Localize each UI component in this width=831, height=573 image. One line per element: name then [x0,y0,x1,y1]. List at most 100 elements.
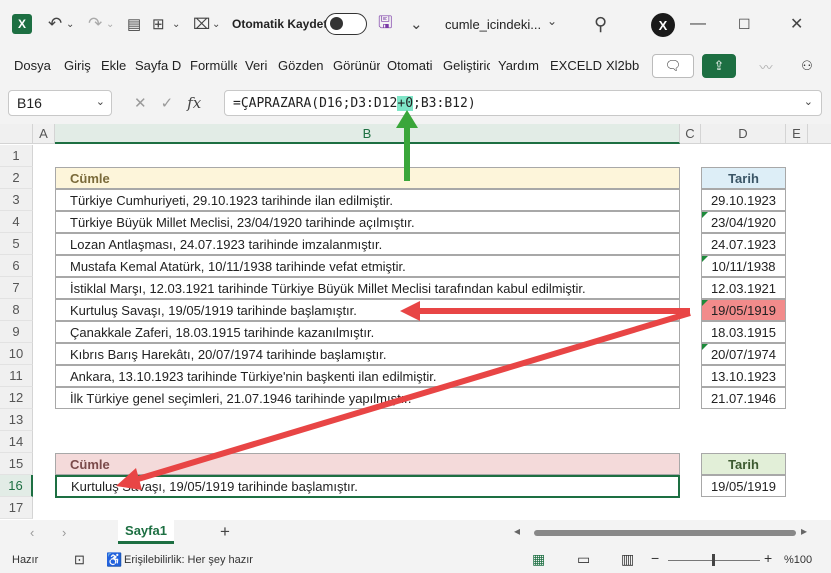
zoom-in-icon[interactable]: + [764,550,772,566]
row-header-17[interactable]: 17 [0,497,33,519]
tab-data[interactable]: Veri [245,58,267,73]
search-icon[interactable]: ⚲ [594,12,607,36]
tab-developer[interactable]: Geliştirici [443,58,490,73]
normal-view-icon[interactable]: ▦ [532,551,545,568]
autosave-toggle[interactable] [325,13,367,35]
row-header-11[interactable]: 11 [0,365,33,387]
table2-date-cell[interactable]: 19/05/1919 [701,475,786,497]
table1-sentence-cell[interactable]: Türkiye Cumhuriyeti, 29.10.1923 tarihind… [55,189,680,211]
clear-formats-dropdown-icon[interactable]: ⌄ [212,12,220,36]
clear-formats-icon[interactable]: ⌧ [193,12,210,36]
row-header-13[interactable]: 13 [0,409,33,431]
undo-dropdown-icon[interactable]: ⌄ [66,12,74,36]
table2-header-date[interactable]: Tarih [701,453,786,475]
column-header-e[interactable]: E [786,124,808,144]
tab-formulas[interactable]: Formülle [190,58,237,73]
zoom-out-icon[interactable]: − [651,550,659,566]
tab-review[interactable]: Gözden [278,58,324,73]
insert-function-icon[interactable]: fx [187,94,201,112]
sheet-tab-sayfa1[interactable]: Sayfa1 [118,520,174,544]
comments-button[interactable]: 🗨 [652,54,694,78]
row-header-4[interactable]: 4 [0,211,33,233]
row-header-12[interactable]: 12 [0,387,33,409]
row-header-1[interactable]: 1 [0,145,33,167]
row-header-9[interactable]: 9 [0,321,33,343]
chevron-down-icon[interactable]: ⌄ [96,95,105,108]
tab-home[interactable]: Giriş [64,58,91,73]
row-header-7[interactable]: 7 [0,277,33,299]
maximize-icon[interactable]: ☐ [738,12,751,36]
file-name[interactable]: cumle_icindeki... [445,17,541,32]
table1-date-cell[interactable]: 18.03.1915 [701,321,786,343]
page-layout-view-icon[interactable]: ▭ [577,551,590,568]
row-header-15[interactable]: 15 [0,453,33,475]
page-break-view-icon[interactable]: ▥ [621,551,634,568]
column-header-d[interactable]: D [701,124,786,144]
tab-xl2bb[interactable]: Xl2bb [606,58,639,73]
table1-date-cell[interactable]: 12.03.1921 [701,277,786,299]
customize-toolbar-icon[interactable]: ⌄ [410,12,423,36]
macro-record-icon[interactable]: ⊡ [74,552,85,568]
tab-file[interactable]: Dosya [14,58,51,73]
tab-view[interactable]: Görünür [333,58,380,73]
column-header-a[interactable]: A [33,124,55,144]
expand-formula-icon[interactable]: ⌄ [804,95,813,108]
xl2bb-logo-icon[interactable]: X [651,13,675,37]
activity-button[interactable]: 〰 [748,54,784,78]
table1-header-date[interactable]: Tarih [701,167,786,189]
enter-icon[interactable]: ✓ [161,94,174,112]
save-icon[interactable]: 🖫 [378,12,392,36]
coauthor-button[interactable]: ⚇ [794,54,820,78]
row-header-8[interactable]: 8 [0,299,33,321]
share-button[interactable]: ⇪ [702,54,736,78]
table1-sentence-cell[interactable]: Lozan Antlaşması, 24.07.1923 tarihinde i… [55,233,680,255]
table1-date-cell[interactable]: 10/11/1938 [701,255,786,277]
scroll-right-icon[interactable]: › [62,525,66,540]
zoom-level[interactable]: %100 [784,554,812,566]
table1-sentence-cell[interactable]: Çanakkale Zaferi, 18.03.1915 tarihinde k… [55,321,680,343]
redo-icon[interactable]: ↷ [88,12,102,36]
table1-sentence-cell[interactable]: İstiklal Marşı, 12.03.1921 tarihinde Tür… [55,277,680,299]
tab-page-layout[interactable]: Sayfa Dü [135,58,181,73]
horizontal-scrollbar[interactable] [534,530,796,536]
undo-icon[interactable]: ↶ [48,12,62,36]
table2-header-sentence[interactable]: Cümle [55,453,680,475]
table1-sentence-cell[interactable]: Türkiye Büyük Millet Meclisi, 23/04/1920… [55,211,680,233]
tab-help[interactable]: Yardım [498,58,539,73]
custom-command-dropdown-icon[interactable]: ⌄ [172,12,180,36]
table1-date-cell[interactable]: 21.07.1946 [701,387,786,409]
table1-date-cell[interactable]: 29.10.1923 [701,189,786,211]
formula-input[interactable]: =ÇAPRAZARA(D16;D3:D12+0;B3:B12) ⌄ [224,90,822,116]
row-header-14[interactable]: 14 [0,431,33,453]
hscroll-left-icon[interactable]: ◂ [514,524,520,538]
form-icon[interactable]: ▤ [127,12,141,36]
column-header-c[interactable]: C [680,124,701,144]
row-header-6[interactable]: 6 [0,255,33,277]
add-sheet-button[interactable]: + [220,522,230,542]
table1-sentence-cell[interactable]: Ankara, 13.10.1923 tarihinde Türkiye'nin… [55,365,680,387]
minimize-icon[interactable]: — [690,12,706,36]
hscroll-right-icon[interactable]: ▸ [801,524,807,538]
table1-sentence-cell[interactable]: İlk Türkiye genel seçimleri, 21.07.1946 … [55,387,680,409]
active-cell-b16[interactable]: Kurtuluş Savaşı, 19/05/1919 tarihinde ba… [55,475,680,498]
table1-date-cell[interactable]: 20/07/1974 [701,343,786,365]
tab-automate[interactable]: Otomati [387,58,434,73]
table1-date-cell-highlighted[interactable]: 19/05/1919 [701,299,786,321]
zoom-slider-thumb[interactable] [712,554,715,566]
redo-dropdown-icon[interactable]: ⌄ [106,12,114,36]
table1-sentence-cell[interactable]: Kurtuluş Savaşı, 19/05/1919 tarihinde ba… [55,299,680,321]
table1-date-cell[interactable]: 13.10.1923 [701,365,786,387]
worksheet-grid[interactable]: A B C D E 1 2 3 4 5 6 7 8 9 10 11 12 13 … [0,124,831,520]
name-box[interactable]: B16 ⌄ [8,90,112,116]
table1-date-cell[interactable]: 24.07.1923 [701,233,786,255]
row-header-2[interactable]: 2 [0,167,33,189]
tab-exceld[interactable]: EXCELD [550,58,602,73]
row-header-5[interactable]: 5 [0,233,33,255]
table1-sentence-cell[interactable]: Kıbrıs Barış Harekâtı, 20/07/1974 tarihi… [55,343,680,365]
row-header-3[interactable]: 3 [0,189,33,211]
row-header-10[interactable]: 10 [0,343,33,365]
close-icon[interactable]: ✕ [790,12,803,36]
cancel-icon[interactable]: ✕ [134,94,147,112]
accessibility-icon[interactable]: ♿ [106,552,122,568]
table1-date-cell[interactable]: 23/04/1920 [701,211,786,233]
